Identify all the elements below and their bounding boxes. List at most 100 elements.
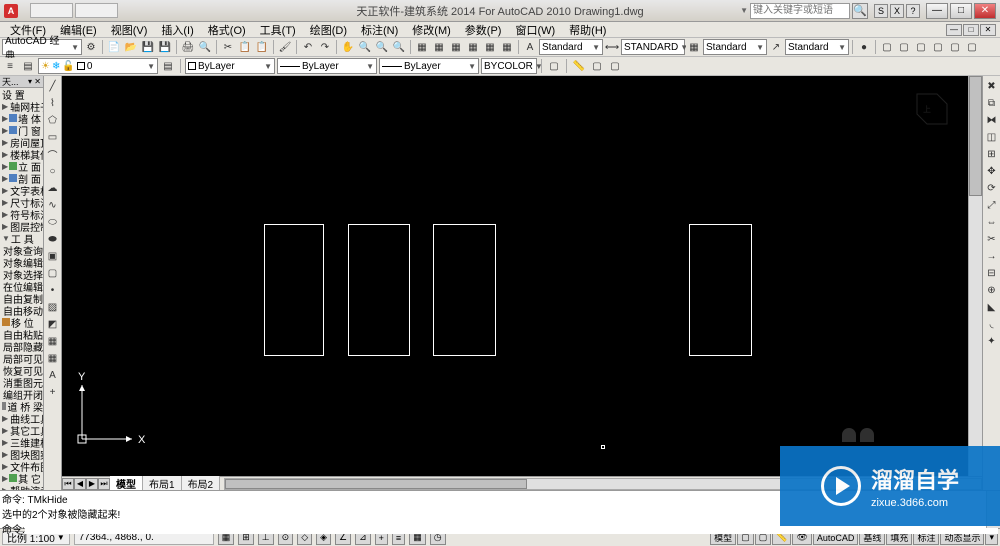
- menu-tools[interactable]: 工具(T): [254, 22, 302, 38]
- plotstyle-combo[interactable]: BYCOLOR▼: [481, 58, 537, 74]
- nav-ghost-icon[interactable]: [842, 428, 882, 446]
- zoom-window-icon[interactable]: 🔍: [374, 39, 390, 55]
- mtext-icon[interactable]: A: [45, 367, 61, 383]
- drawing-rect[interactable]: [348, 224, 410, 356]
- array-icon[interactable]: ⊞: [984, 146, 1000, 162]
- p2-icon[interactable]: ▢: [896, 39, 912, 55]
- workspace-settings-icon[interactable]: ⚙: [83, 39, 99, 55]
- tab-next-icon[interactable]: ▶: [86, 478, 98, 490]
- workspace-combo[interactable]: AutoCAD 经典▼: [2, 39, 82, 55]
- text-style-icon[interactable]: A: [522, 39, 538, 55]
- menu-insert[interactable]: 插入(I): [155, 22, 199, 38]
- menu-param[interactable]: 参数(P): [459, 22, 508, 38]
- color-combo[interactable]: ByLayer▼: [185, 58, 275, 74]
- cut-icon[interactable]: ✂: [220, 39, 236, 55]
- revcloud-icon[interactable]: ☁: [45, 180, 61, 196]
- layer-match-icon[interactable]: ▤: [160, 58, 176, 74]
- layer-prop-icon[interactable]: ≡: [2, 58, 18, 74]
- rotate-icon[interactable]: ⟳: [984, 180, 1000, 196]
- table-icon[interactable]: ▦: [45, 350, 61, 366]
- trim-icon[interactable]: ✂: [984, 231, 1000, 247]
- pline-icon[interactable]: ⌇: [45, 95, 61, 111]
- join-icon[interactable]: ⊕: [984, 282, 1000, 298]
- menu-view[interactable]: 视图(V): [105, 22, 154, 38]
- dim-style-icon[interactable]: ⟷: [604, 39, 620, 55]
- scale-icon[interactable]: ⤢: [984, 197, 1000, 213]
- drawing-rect[interactable]: [433, 224, 496, 356]
- saveas-icon[interactable]: 💾: [157, 39, 173, 55]
- linetype-combo[interactable]: ByLayer▼: [379, 58, 479, 74]
- qselect-icon[interactable]: ▢: [589, 58, 605, 74]
- point-icon[interactable]: •: [45, 282, 61, 298]
- close-button[interactable]: ✕: [974, 3, 996, 19]
- block-icon[interactable]: ▢: [546, 58, 562, 74]
- stretch-icon[interactable]: ⇔: [984, 214, 1000, 230]
- gradient-icon[interactable]: ◩: [45, 316, 61, 332]
- dcenter-icon[interactable]: ▦: [431, 39, 447, 55]
- drawing-canvas[interactable]: 上 X Y: [62, 76, 982, 476]
- down-arrow-icon[interactable]: ▼: [740, 6, 748, 15]
- insert-icon[interactable]: ▣: [45, 248, 61, 264]
- properties-icon[interactable]: ▦: [414, 39, 430, 55]
- tab-model[interactable]: 模型: [110, 476, 143, 491]
- offset-icon[interactable]: ◫: [984, 129, 1000, 145]
- new-icon[interactable]: 📄: [106, 39, 122, 55]
- render-icon[interactable]: ●: [856, 39, 872, 55]
- search-icon[interactable]: 🔍: [852, 3, 868, 19]
- fillet-icon[interactable]: ◟: [984, 316, 1000, 332]
- mleader-style-icon[interactable]: ↗: [768, 39, 784, 55]
- circle-icon[interactable]: ○: [45, 163, 61, 179]
- menu-window[interactable]: 窗口(W): [509, 22, 561, 38]
- menu-modify[interactable]: 修改(M): [406, 22, 457, 38]
- extend-icon[interactable]: →: [984, 248, 1000, 264]
- doc-restore-button[interactable]: □: [963, 24, 979, 36]
- measure-icon[interactable]: 📏: [571, 58, 587, 74]
- maximize-button[interactable]: □: [950, 3, 972, 19]
- rect-icon[interactable]: ▭: [45, 129, 61, 145]
- make-block-icon[interactable]: ▢: [45, 265, 61, 281]
- tab-prev-icon[interactable]: ◀: [74, 478, 86, 490]
- drawing-rect[interactable]: [689, 224, 752, 356]
- p5-icon[interactable]: ▢: [947, 39, 963, 55]
- print-icon[interactable]: 🖨: [180, 39, 196, 55]
- exchange-icon[interactable]: X: [890, 4, 904, 18]
- table-style-combo[interactable]: Standard▼: [703, 39, 767, 55]
- matchprop-icon[interactable]: 🖌: [277, 39, 293, 55]
- chamfer-icon[interactable]: ◣: [984, 299, 1000, 315]
- p4-icon[interactable]: ▢: [930, 39, 946, 55]
- polygon-icon[interactable]: ⬠: [45, 112, 61, 128]
- help-icon[interactable]: ?: [906, 4, 920, 18]
- bg-tab[interactable]: [30, 3, 73, 18]
- zoom-icon[interactable]: 🔍: [357, 39, 373, 55]
- ellipse-icon[interactable]: ⬭: [45, 214, 61, 230]
- open-icon[interactable]: 📂: [123, 39, 139, 55]
- minimize-button[interactable]: —: [926, 3, 948, 19]
- ellipse-arc-icon[interactable]: ⬬: [45, 231, 61, 247]
- calc-icon[interactable]: ▦: [499, 39, 515, 55]
- table-style-icon[interactable]: ▦: [686, 39, 702, 55]
- erase-icon[interactable]: ✖: [984, 78, 1000, 94]
- text-style-combo[interactable]: Standard▼: [539, 39, 603, 55]
- copy-obj-icon[interactable]: ⧉: [984, 95, 1000, 111]
- arc-icon[interactable]: ⌒: [45, 146, 61, 162]
- mirror-icon[interactable]: ⧓: [984, 112, 1000, 128]
- tab-layout1[interactable]: 布局1: [143, 476, 182, 491]
- doc-close-button[interactable]: ✕: [980, 24, 996, 36]
- mleader-style-combo[interactable]: Standard▼: [785, 39, 849, 55]
- view-cube[interactable]: 上: [902, 84, 952, 134]
- pan-icon[interactable]: ✋: [340, 39, 356, 55]
- menu-dim[interactable]: 标注(N): [355, 22, 404, 38]
- sheet-icon[interactable]: ▦: [465, 39, 481, 55]
- help-search-input[interactable]: [750, 3, 850, 19]
- p3-icon[interactable]: ▢: [913, 39, 929, 55]
- undo-icon[interactable]: ↶: [300, 39, 316, 55]
- save-icon[interactable]: 💾: [140, 39, 156, 55]
- menu-draw[interactable]: 绘图(D): [304, 22, 353, 38]
- layer-combo[interactable]: ☀❄🔓0▼: [38, 58, 158, 74]
- menu-format[interactable]: 格式(O): [202, 22, 252, 38]
- redo-icon[interactable]: ↷: [317, 39, 333, 55]
- menu-help[interactable]: 帮助(H): [563, 22, 612, 38]
- region-icon[interactable]: ▦: [45, 333, 61, 349]
- p1-icon[interactable]: ▢: [879, 39, 895, 55]
- paste-icon[interactable]: 📋: [254, 39, 270, 55]
